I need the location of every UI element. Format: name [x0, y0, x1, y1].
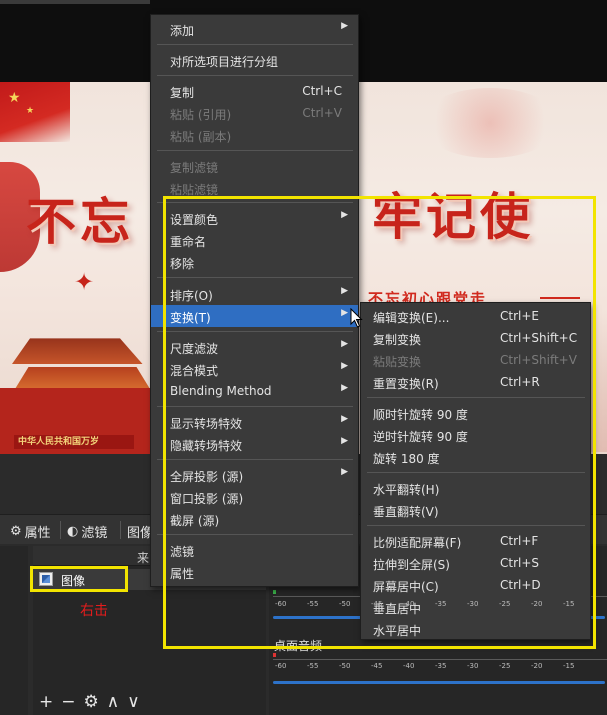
annotation-box-menu	[163, 196, 596, 649]
meter-tick-label: -15	[563, 600, 575, 608]
meter-tick-label: -20	[531, 600, 543, 608]
meter-tick-label: -60	[275, 600, 287, 608]
menu-item: 复制滤镜	[151, 155, 358, 177]
meter-tick-label: -55	[307, 600, 319, 608]
star-icon: ★	[26, 106, 35, 116]
meter-tick-label: -20	[531, 662, 543, 670]
meter-tick-label: -25	[499, 600, 511, 608]
menu-separator	[157, 75, 353, 76]
chevron-right-icon: ▶	[341, 21, 348, 31]
sources-header-text: 来	[137, 551, 150, 565]
properties-label: 属性	[24, 526, 51, 541]
meter-tick-label: -50	[339, 600, 351, 608]
mouse-cursor-icon	[350, 308, 363, 328]
meter-tick-label: -30	[467, 600, 479, 608]
menu-separator	[157, 44, 353, 45]
meter-tick-label: -35	[435, 600, 447, 608]
menu-item-label: 添加	[170, 24, 195, 38]
chevron-down-icon[interactable]: ∨	[127, 694, 139, 711]
menu-item[interactable]: 添加 ▶	[151, 18, 358, 40]
bird-icon: ✦	[74, 268, 95, 296]
meter-tick-label: -45	[371, 662, 383, 670]
meter-tick-label: -50	[339, 662, 351, 670]
filter-icon: ◐	[67, 524, 79, 539]
window-top-edge	[0, 0, 150, 4]
meter-level-red	[273, 653, 276, 657]
annotation-box-source	[30, 566, 128, 592]
menu-item[interactable]: 对所选项目进行分组	[151, 49, 358, 71]
toolbar-divider	[60, 521, 61, 539]
gear-icon: ⚙	[10, 524, 22, 539]
emblem-glow	[420, 88, 560, 158]
menu-item-label: 粘贴 (副本)	[170, 130, 232, 144]
meter-tick-label: -60	[275, 662, 287, 670]
filters-label: 滤镜	[81, 526, 108, 541]
meter-tick-label: -35	[435, 662, 447, 670]
meter-tick-label: -45	[371, 600, 383, 608]
chevron-up-icon[interactable]: ∧	[107, 694, 119, 711]
gear-icon[interactable]: ⚙	[84, 694, 99, 711]
calligraphy-left: 不忘	[26, 192, 134, 251]
menu-item-label: 复制滤镜	[170, 161, 219, 175]
annotation-right-click: 右击	[80, 603, 108, 619]
meter-tick-label: -25	[499, 662, 511, 670]
menu-item-label: 粘贴 (引用)	[170, 108, 232, 122]
meter-tick-label: -40	[403, 600, 415, 608]
meter-tick-label: -15	[563, 662, 575, 670]
menu-item: 粘贴 (引用) Ctrl+V	[151, 102, 358, 124]
filters-button[interactable]: ◐ 滤镜	[67, 522, 107, 541]
gate-banner: 中华人民共和国万岁	[14, 435, 134, 449]
scenes-panel	[0, 546, 28, 715]
meter-tick-label: -30	[467, 662, 479, 670]
remove-icon[interactable]: −	[61, 694, 75, 711]
gate-roof	[12, 338, 143, 364]
menu-separator	[157, 150, 353, 151]
menu-item-label: 复制	[170, 86, 195, 100]
meter-tick-label: -40	[403, 662, 415, 670]
menu-item[interactable]: 复制 Ctrl+C	[151, 80, 358, 102]
menu-item-label: 对所选项目进行分组	[170, 55, 279, 69]
menu-item-shortcut: Ctrl+V	[302, 106, 342, 120]
sources-footer-toolbar: + − ⚙ ∧ ∨	[33, 690, 266, 715]
star-icon: ★	[8, 90, 21, 106]
gate-roof-lower	[15, 367, 150, 389]
menu-item: 粘贴 (副本)	[151, 124, 358, 146]
properties-button[interactable]: ⚙ 属性	[10, 522, 51, 541]
volume-slider[interactable]	[273, 681, 605, 684]
add-icon[interactable]: +	[39, 694, 53, 711]
meter-scale	[273, 659, 607, 660]
toolbar-divider	[120, 521, 121, 539]
menu-item-shortcut: Ctrl+C	[302, 84, 342, 98]
meter-tick-label: -55	[307, 662, 319, 670]
